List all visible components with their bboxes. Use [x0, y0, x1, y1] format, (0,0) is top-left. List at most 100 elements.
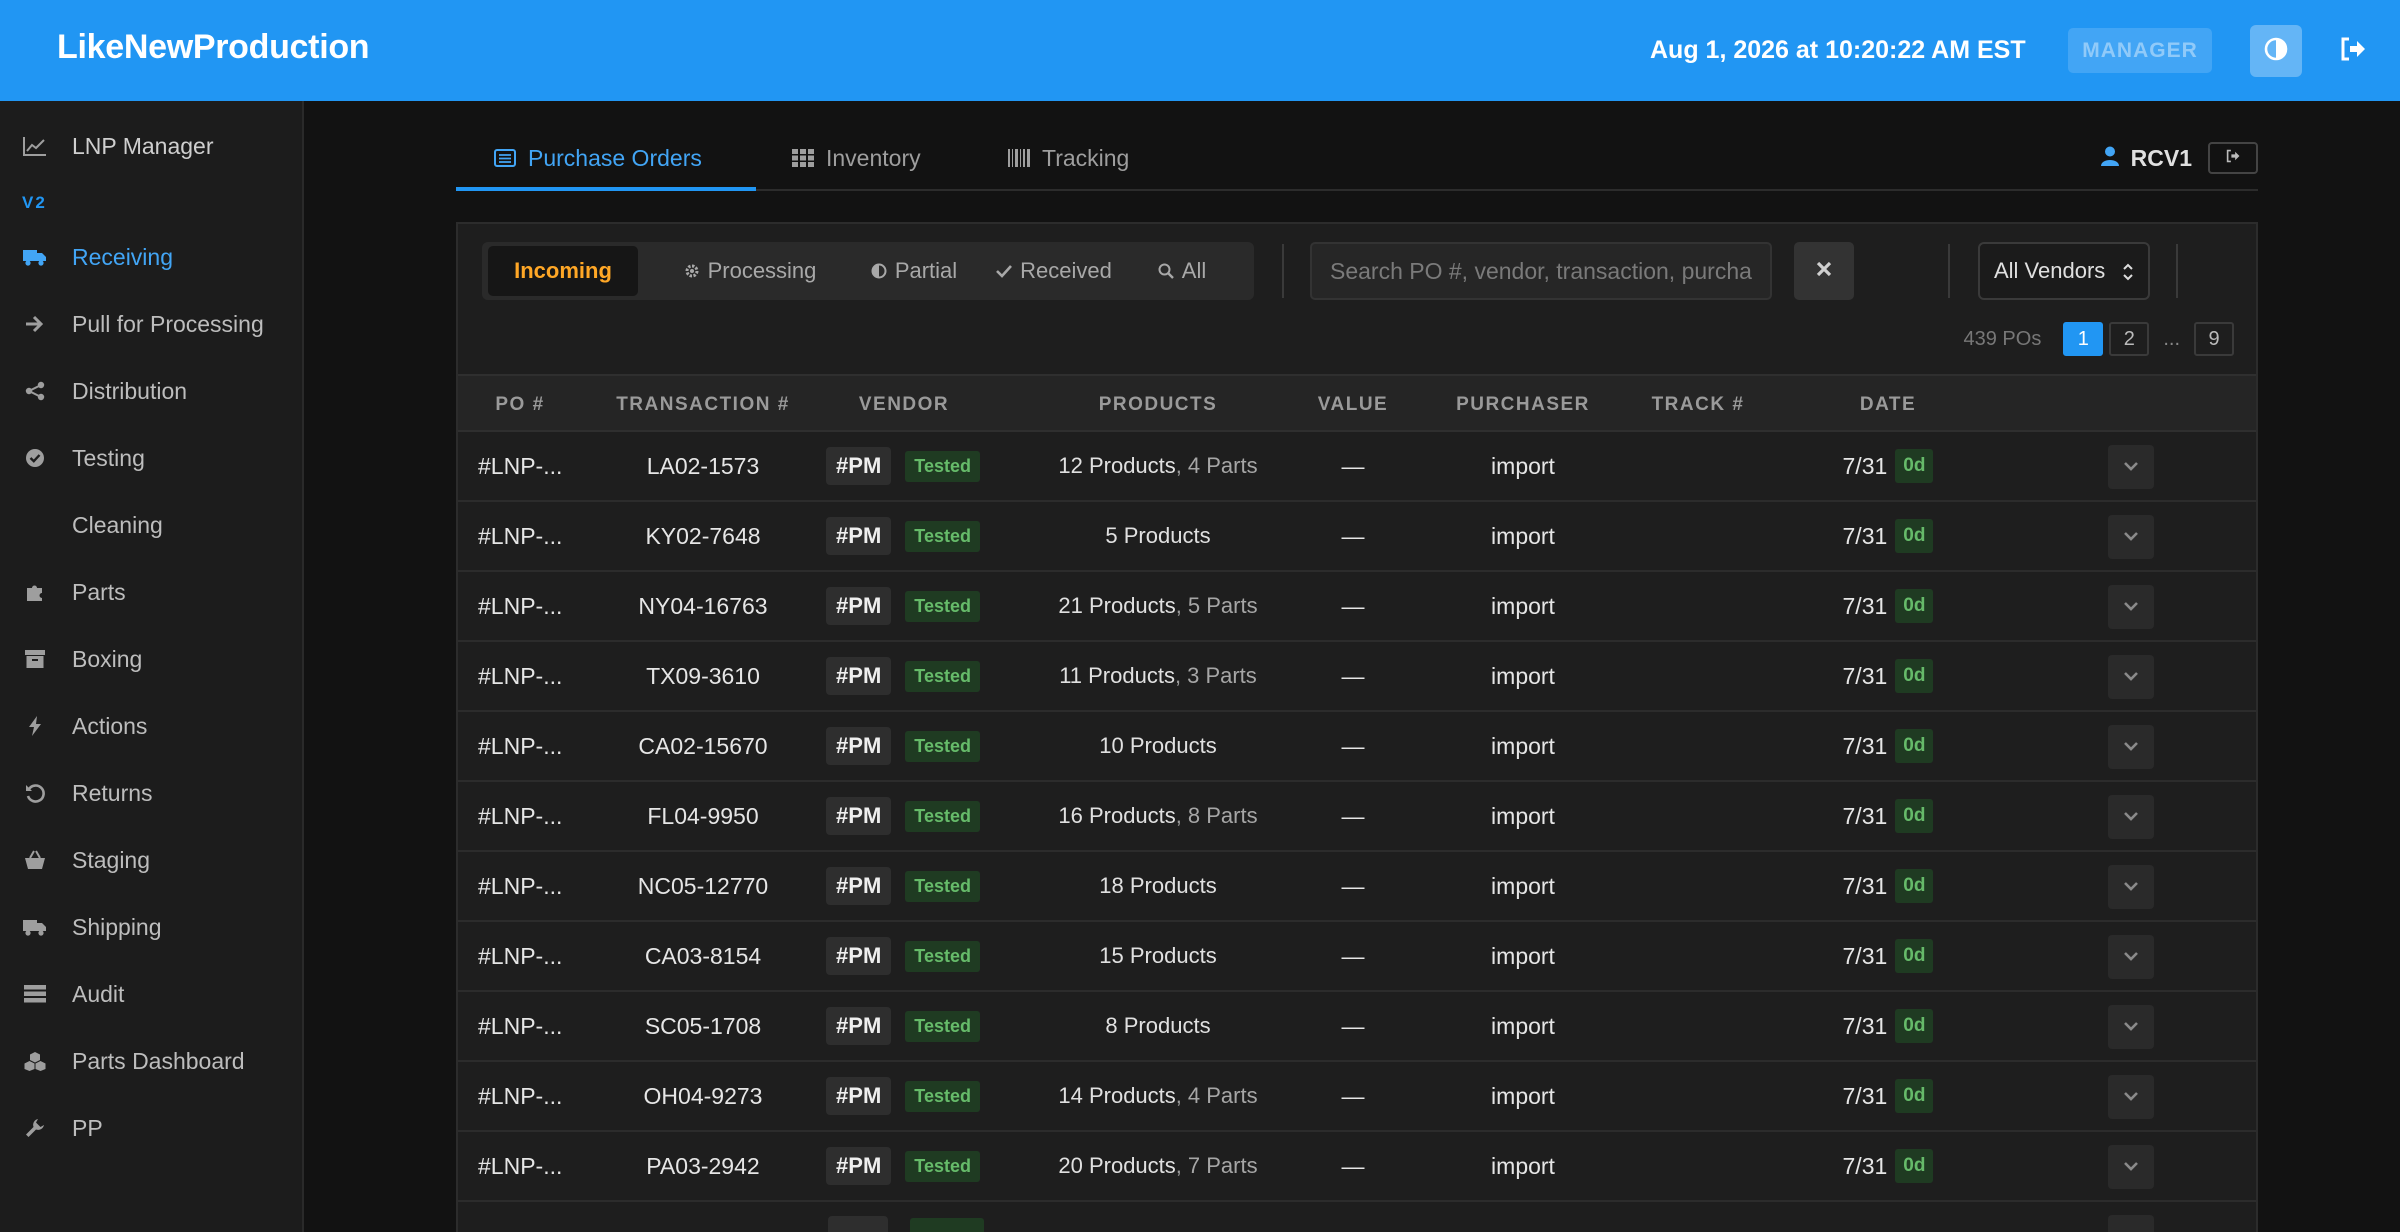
parts-count: 3 Parts [1187, 663, 1257, 688]
vendor-tag: #PM [826, 937, 892, 975]
sidebar-item-label: Boxing [72, 645, 143, 672]
page-button-1[interactable]: 1 [2063, 322, 2104, 356]
table-row[interactable]: #LNP-... NC05-12770 #PM Tested 18 Products — i… [458, 852, 2256, 922]
expand-row-button[interactable] [2108, 865, 2154, 909]
expand-row-button[interactable] [2108, 725, 2154, 769]
expand-row-button[interactable] [2108, 585, 2154, 629]
column-header-date[interactable]: DATE [1838, 376, 1938, 434]
sidebar-item-shipping[interactable]: Shipping [0, 902, 300, 952]
tab-label: Purchase Orders [528, 144, 702, 171]
sidebar-item-label: Cleaning [72, 511, 163, 538]
parts-count: 8 Parts [1187, 803, 1258, 828]
expand-row-button[interactable] [2108, 655, 2154, 699]
table-row[interactable]: #LNP-... PA03-2942 #PM Tested 20 Products, 7 … [458, 1132, 2256, 1202]
sidebar-item-pp[interactable]: PP [0, 1103, 300, 1153]
sidebar-item-receiving[interactable]: Receiving [0, 232, 300, 282]
po-number[interactable]: #LNP-... [478, 432, 578, 500]
table-row[interactable]: #LNP-... NY04-16763 #PM Tested 21 Products, 5… [458, 572, 2256, 642]
clear-search-button[interactable] [1794, 242, 1854, 300]
filter-label: Incoming [514, 258, 612, 283]
po-number[interactable]: #LNP-... [478, 502, 578, 570]
tab-inventory[interactable]: Inventory [792, 125, 921, 191]
filter-received[interactable]: Received [986, 246, 1122, 296]
po-number[interactable]: #LNP-... [478, 642, 578, 710]
date-cell: 7/31 0d [1798, 852, 1978, 920]
po-number[interactable]: #LNP-... [478, 992, 578, 1060]
filter-processing[interactable]: Processing [652, 246, 848, 296]
purchaser-cell: import [1491, 452, 1555, 479]
table-row[interactable]: #LNP-... OH04-9273 #PM Tested 14 Products, 4 … [458, 1062, 2256, 1132]
po-number[interactable]: #LNP-... [478, 852, 578, 920]
po-number[interactable]: #LNP-... [478, 922, 578, 990]
sidebar-item-distribution[interactable]: Distribution [0, 366, 300, 416]
po-number[interactable]: #LNP-... [478, 572, 578, 640]
user-logout-button[interactable] [2208, 142, 2258, 174]
table-row[interactable]: #LNP-... CA03-8154 #PM Tested 15 Products — im… [458, 922, 2256, 992]
value-cell: — [1341, 1012, 1365, 1039]
table-row[interactable]: #LNP-... FL04-9950 #PM Tested 16 Products, 8 … [458, 782, 2256, 852]
expand-row-button[interactable] [2108, 1075, 2154, 1119]
table-row[interactable]: #LNP-... CA02-15670 #PM Tested 10 Products — i… [458, 712, 2256, 782]
expand-row-button[interactable] [2108, 515, 2154, 559]
parts-count: 5 Parts [1187, 593, 1258, 618]
sidebar-item-audit[interactable]: Audit [0, 969, 300, 1019]
sidebar-item-returns[interactable]: Returns [0, 768, 300, 818]
expand-row-button[interactable] [2108, 445, 2154, 489]
divider [1282, 244, 1284, 298]
sidebar-item-testing[interactable]: Testing [0, 433, 300, 483]
column-header-products[interactable]: PRODUCTS [1058, 376, 1258, 434]
track-cell [1628, 712, 1768, 780]
tab-purchase-orders[interactable]: Purchase Orders [494, 125, 702, 191]
table-row[interactable]: #LNP-... KY02-7648 #PM Tested 5 Products — imp… [458, 502, 2256, 572]
column-header-purchaser[interactable]: PURCHASER [1438, 376, 1608, 434]
list-alt-icon [494, 149, 516, 167]
column-header-value[interactable]: VALUE [1298, 376, 1408, 434]
sidebar-item-lnp-manager[interactable]: LNP Manager [0, 121, 300, 171]
expand-row-button[interactable] [2108, 1215, 2154, 1232]
expand-row-button[interactable] [2108, 1005, 2154, 1049]
age-badge: 0d [1895, 449, 1934, 483]
column-header-track[interactable]: TRACK # [1628, 376, 1768, 434]
sidebar-item-parts[interactable]: Parts [0, 567, 300, 617]
po-number[interactable]: #LNP-... [478, 782, 578, 850]
page-button-9[interactable]: 9 [2194, 322, 2234, 356]
po-number[interactable]: #LNP-... [478, 712, 578, 780]
column-header-transaction[interactable]: TRANSACTION # [588, 376, 818, 434]
filter-all[interactable]: All [1132, 246, 1232, 296]
purchaser-cell: import [1491, 1012, 1555, 1039]
filter-partial[interactable]: Partial [856, 246, 972, 296]
expand-row-button[interactable] [2108, 1145, 2154, 1189]
purchaser-cell: import [1491, 592, 1555, 619]
vendor-tag: #PM [826, 447, 892, 485]
theme-toggle-button[interactable] [2250, 25, 2302, 77]
sidebar-item-staging[interactable]: Staging [0, 835, 300, 885]
vendor-cell: #PM Tested [818, 1062, 988, 1130]
sidebar-item-pull-for-processing[interactable]: Pull for Processing [0, 299, 300, 349]
sidebar-item-parts-dashboard[interactable]: Parts Dashboard [0, 1036, 300, 1086]
vendor-select[interactable]: All Vendors [1978, 242, 2150, 300]
table-row[interactable]: #LNP-... SC05-1708 #PM Tested 8 Products — imp… [458, 992, 2256, 1062]
value-cell: — [1341, 662, 1365, 689]
brand-logo[interactable]: LikeNewProduction [57, 28, 370, 67]
products-separator: , [1175, 803, 1182, 828]
purchaser-cell: import [1491, 662, 1555, 689]
table-row[interactable] [458, 1202, 2256, 1232]
table-row[interactable]: #LNP-... TX09-3610 #PM Tested 11 Products, 3 … [458, 642, 2256, 712]
po-number[interactable]: #LNP-... [478, 1062, 578, 1130]
basket-icon [22, 847, 48, 873]
sidebar-item-boxing[interactable]: Boxing [0, 634, 300, 684]
column-header-vendor[interactable]: VENDOR [834, 376, 974, 434]
filter-incoming[interactable]: Incoming [488, 246, 638, 296]
table-row[interactable]: #LNP-... LA02-1573 #PM Tested 12 Products, 4 … [458, 432, 2256, 502]
search-input[interactable] [1310, 242, 1772, 300]
tab-tracking[interactable]: Tracking [1008, 125, 1129, 191]
page-button-2[interactable]: 2 [2109, 322, 2150, 356]
expand-row-button[interactable] [2108, 795, 2154, 839]
half-circle-icon [871, 263, 887, 279]
expand-row-button[interactable] [2108, 935, 2154, 979]
sidebar-item-actions[interactable]: Actions [0, 701, 300, 751]
po-number[interactable]: #LNP-... [478, 1132, 578, 1200]
sidebar-item-cleaning[interactable]: Cleaning [0, 500, 300, 550]
logout-button[interactable] [2330, 28, 2376, 74]
column-header-po[interactable]: PO # [478, 376, 562, 434]
